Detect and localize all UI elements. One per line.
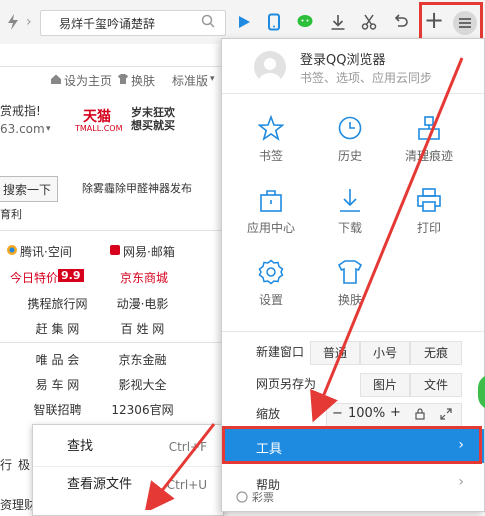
- instruction-arrows: [144, 57, 464, 510]
- arrow-to-context-menu: [144, 423, 216, 510]
- arrow-to-tools: [310, 57, 464, 423]
